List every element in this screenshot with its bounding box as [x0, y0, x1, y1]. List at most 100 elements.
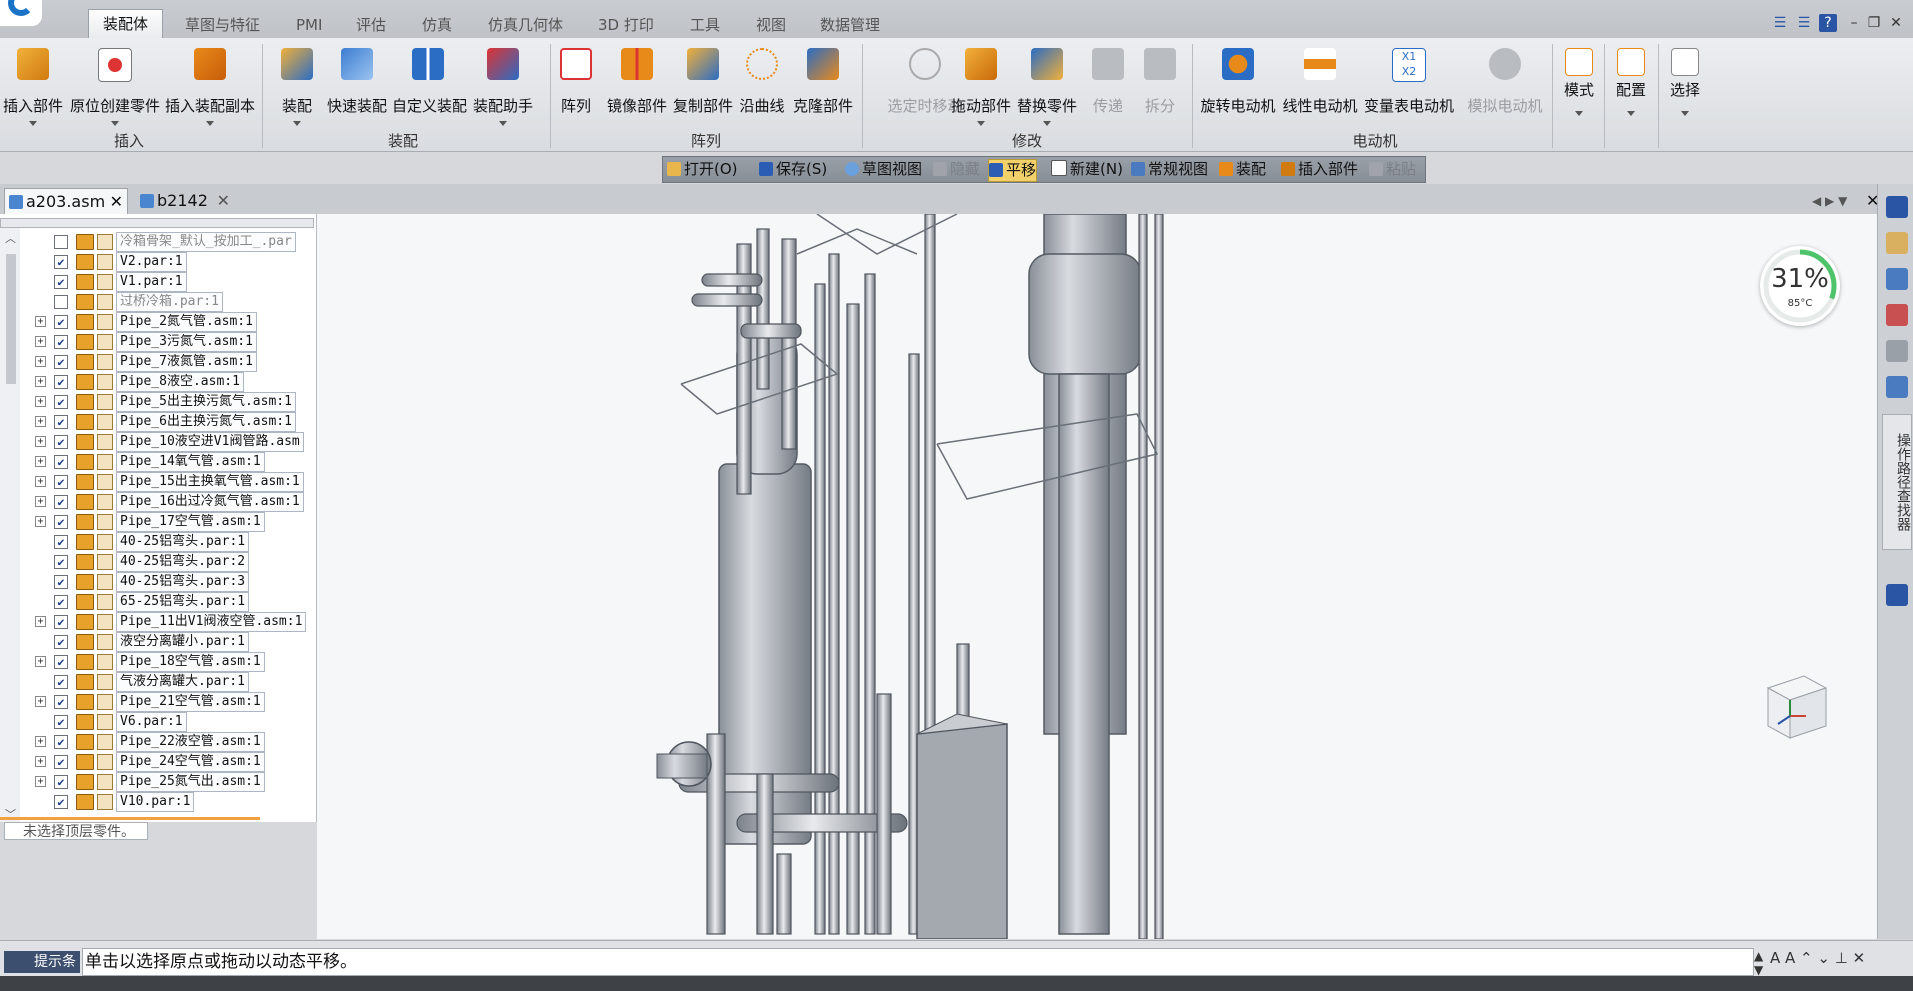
tree-row[interactable]: + ✔ Pipe_5出主换污氮气.asm:1	[0, 392, 316, 412]
visibility-checkbox[interactable]: ✔	[54, 635, 68, 649]
quick-assemble-button[interactable]: 快速装配	[326, 42, 388, 128]
layers-icon[interactable]	[1886, 268, 1908, 290]
create-in-place-button[interactable]: 原位创建零件	[68, 42, 162, 128]
visibility-checkbox[interactable]: ✔	[54, 675, 68, 689]
expand-icon[interactable]: +	[35, 396, 46, 407]
assemble-quick-button[interactable]: 装配	[1219, 159, 1266, 180]
tree-row[interactable]: + ✔ Pipe_10液空进V1阀管路.asm	[0, 432, 316, 452]
visibility-checkbox[interactable]: ✔	[54, 595, 68, 609]
prompt-scroll-icon[interactable]: ▲ ▼	[1754, 949, 1763, 977]
disperse-button[interactable]: 拆分	[1142, 42, 1178, 128]
expand-icon[interactable]: +	[35, 456, 46, 467]
mirror-button[interactable]: 镜像部件	[604, 42, 670, 128]
open-button[interactable]: 打开(O)	[667, 159, 738, 180]
expand-icon[interactable]: +	[35, 496, 46, 507]
visibility-checkbox[interactable]: ✔	[54, 695, 68, 709]
linear-motor-button[interactable]: 线性电动机	[1282, 42, 1358, 128]
expand-icon[interactable]: +	[35, 416, 46, 427]
visibility-checkbox[interactable]: ✔	[54, 535, 68, 549]
settings-panel-icon[interactable]	[1886, 376, 1908, 398]
new-button[interactable]: 新建(N)	[1051, 159, 1123, 180]
tree-row[interactable]: + ✔ Pipe_3污氮气.asm:1	[0, 332, 316, 352]
visibility-checkbox[interactable]: ✔	[54, 275, 68, 289]
rotary-motor-button[interactable]: 旋转电动机	[1200, 42, 1276, 128]
tree-row[interactable]: ✔ 40-25铝弯头.par:1	[0, 532, 316, 552]
expand-icon[interactable]: +	[35, 316, 46, 327]
visibility-checkbox[interactable]: ✔	[54, 435, 68, 449]
tree-row[interactable]: + ✔ Pipe_2氮气管.asm:1	[0, 312, 316, 332]
visibility-checkbox[interactable]	[54, 235, 68, 249]
tab-view[interactable]: 视图	[756, 12, 786, 38]
hide-button[interactable]: 隐藏	[933, 159, 980, 180]
performance-gauge[interactable]: 31% 85°C	[1760, 246, 1840, 326]
visibility-checkbox[interactable]: ✔	[54, 255, 68, 269]
visibility-checkbox[interactable]: ✔	[54, 795, 68, 809]
tree-row[interactable]: ✔ 40-25铝弯头.par:2	[0, 552, 316, 572]
visibility-checkbox[interactable]: ✔	[54, 395, 68, 409]
visibility-checkbox[interactable]: ✔	[54, 775, 68, 789]
configure-button[interactable]: 配置	[1610, 42, 1652, 128]
assembly-assistant-button[interactable]: 装配助手	[470, 42, 536, 128]
custom-assemble-button[interactable]: 自定义装配	[392, 42, 467, 128]
tree-row[interactable]: ✔ V10.par:1	[0, 792, 316, 812]
tree-row[interactable]: ✔ V6.par:1	[0, 712, 316, 732]
tab-nav-arrows[interactable]: ◀ ▶ ▼	[1812, 188, 1847, 214]
tree-row[interactable]: + ✔ Pipe_18空气管.asm:1	[0, 652, 316, 672]
tree-row[interactable]: + ✔ Pipe_25氮气出.asm:1	[0, 772, 316, 792]
close-icon[interactable]: ✕	[1887, 14, 1905, 32]
expand-icon[interactable]: +	[35, 336, 46, 347]
doc-tab-a203[interactable]: a203.asm ✕	[4, 188, 128, 215]
3d-viewport[interactable]	[317, 214, 1877, 939]
help-panel-icon[interactable]	[1886, 196, 1908, 218]
tree-row[interactable]: + ✔ Pipe_14氧气管.asm:1	[0, 452, 316, 472]
list-icon[interactable]: ☰	[1771, 14, 1789, 32]
tree-row[interactable]: + ✔ Pipe_24空气管.asm:1	[0, 752, 316, 772]
app-logo[interactable]	[0, 0, 42, 26]
doc-tab-b2142[interactable]: b2142 ✕	[136, 188, 234, 214]
visibility-checkbox[interactable]: ✔	[54, 455, 68, 469]
tree-row[interactable]: ✔ V2.par:1	[0, 252, 316, 272]
tree-row[interactable]: + ✔ Pipe_8液空.asm:1	[0, 372, 316, 392]
expand-icon[interactable]: +	[35, 736, 46, 747]
close-tab-icon[interactable]: ✕	[217, 188, 230, 214]
replace-part-button[interactable]: 替换零件	[1016, 42, 1078, 128]
tab-sketch-features[interactable]: 草图与特征	[185, 12, 260, 38]
tree-header-splitter[interactable]	[0, 218, 314, 228]
path-finder-tab[interactable]: 操作路径查找器	[1882, 414, 1912, 550]
gear-icon[interactable]	[1886, 584, 1908, 606]
tab-data-management[interactable]: 数据管理	[820, 12, 880, 38]
view-cube[interactable]	[1758, 670, 1828, 740]
tree-row[interactable]: ✔ V1.par:1	[0, 272, 316, 292]
mode-button[interactable]: 模式	[1558, 42, 1600, 128]
help-icon[interactable]: ?	[1819, 14, 1837, 32]
tree-row[interactable]: ✔ 液空分离罐小.par:1	[0, 632, 316, 652]
tab-tools[interactable]: 工具	[690, 12, 720, 38]
expand-icon[interactable]: +	[35, 696, 46, 707]
insert-copy-button[interactable]: 插入装配副本	[164, 42, 256, 128]
visibility-checkbox[interactable]: ✔	[54, 355, 68, 369]
insert-part-quick-button[interactable]: 插入部件	[1281, 159, 1358, 180]
expand-icon[interactable]: +	[35, 356, 46, 367]
tab-simulation-geometry[interactable]: 仿真几何体	[488, 12, 563, 38]
visibility-checkbox[interactable]: ✔	[54, 575, 68, 589]
restore-icon[interactable]: ❐	[1865, 14, 1883, 32]
tab-assembly[interactable]: 装配体	[88, 9, 164, 39]
expand-icon[interactable]: +	[35, 476, 46, 487]
visibility-checkbox[interactable]: ✔	[54, 495, 68, 509]
tree-row[interactable]: + ✔ Pipe_6出主换污氮气.asm:1	[0, 412, 316, 432]
tree-row[interactable]: + ✔ Pipe_11出V1阀液空管.asm:1	[0, 612, 316, 632]
expand-icon[interactable]: +	[35, 616, 46, 627]
clone-button[interactable]: 克隆部件	[792, 42, 854, 128]
expand-icon[interactable]: +	[35, 516, 46, 527]
tree-row[interactable]: + ✔ Pipe_17空气管.asm:1	[0, 512, 316, 532]
tree-row[interactable]: + ✔ Pipe_7液氮管.asm:1	[0, 352, 316, 372]
tool-icon[interactable]	[1886, 340, 1908, 362]
visibility-checkbox[interactable]: ✔	[54, 415, 68, 429]
library-icon[interactable]	[1886, 232, 1908, 254]
visibility-checkbox[interactable]: ✔	[54, 335, 68, 349]
drag-part-button[interactable]: 拖动部件	[950, 42, 1012, 128]
insert-part-button[interactable]: 插入部件	[2, 42, 64, 128]
visibility-checkbox[interactable]: ✔	[54, 475, 68, 489]
tree-row[interactable]: 冷箱骨架_默认_按加工_.par	[0, 232, 316, 252]
tab-evaluate[interactable]: 评估	[356, 12, 386, 38]
